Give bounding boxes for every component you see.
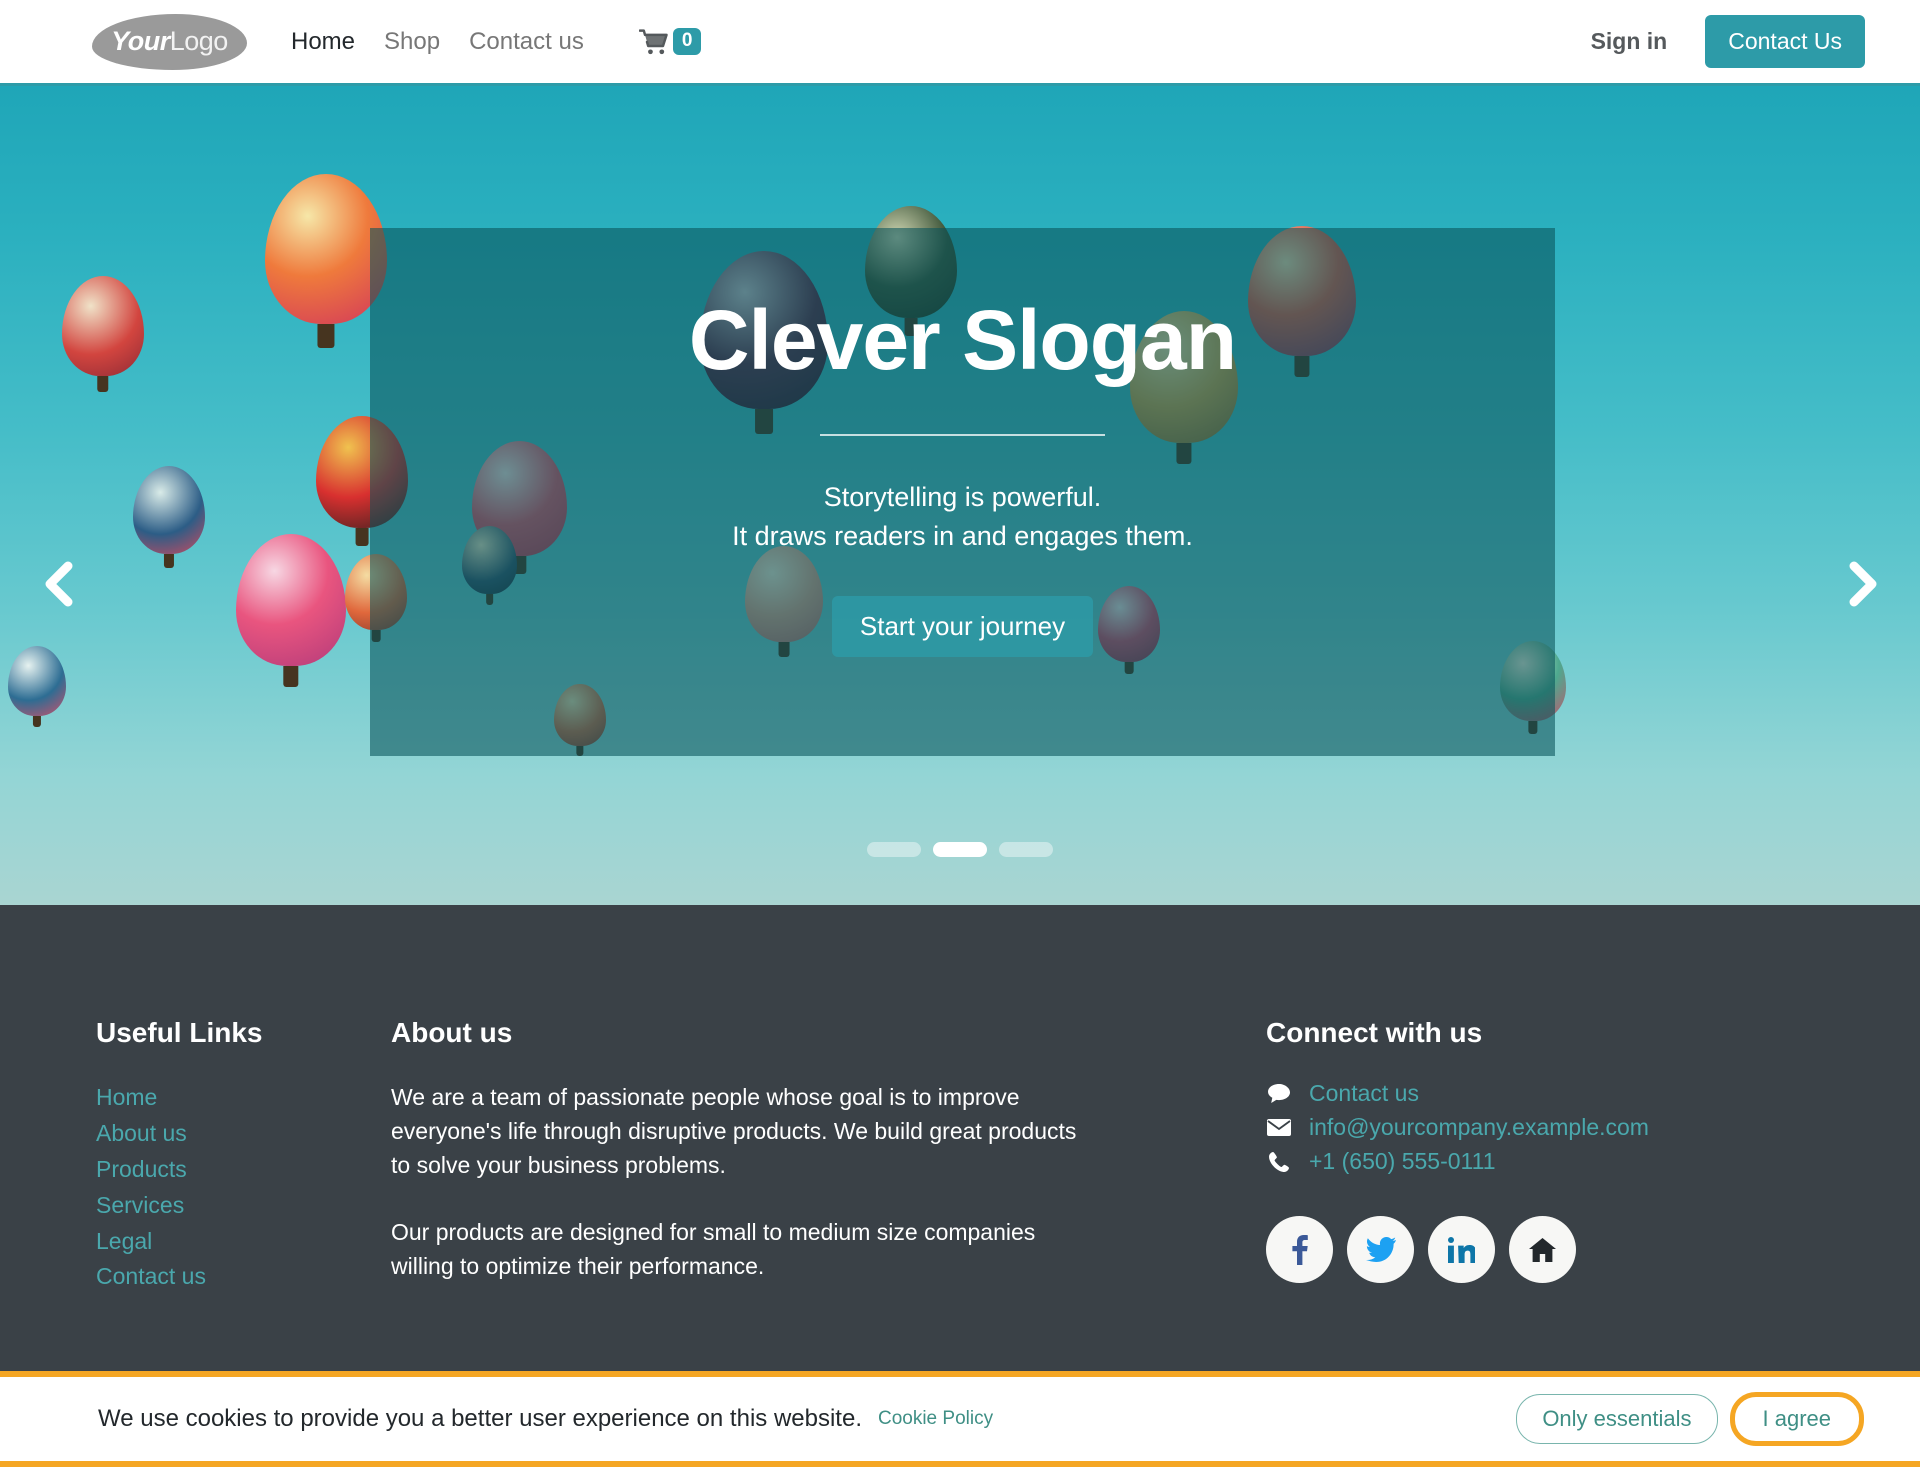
email-footer-link[interactable]: info@yourcompany.example.com: [1309, 1114, 1649, 1141]
footer-link-contact-us[interactable]: Contact us: [96, 1259, 391, 1295]
footer-useful-links-column: Useful Links Home About us Products Serv…: [96, 1017, 391, 1295]
envelope-icon: [1266, 1119, 1292, 1136]
contact-row-message[interactable]: Contact us: [1266, 1080, 1786, 1107]
twitter-social-button[interactable]: [1347, 1216, 1414, 1283]
cart-count-badge: 0: [672, 28, 702, 55]
carousel-indicator-1[interactable]: [867, 842, 921, 857]
about-us-paragraph-2: Our products are designed for small to m…: [391, 1219, 1036, 1280]
connect-with-us-heading: Connect with us: [1266, 1017, 1483, 1048]
cookie-consent-bar: We use cookies to provide you a better u…: [0, 1371, 1920, 1467]
balloon-decor: [62, 276, 144, 376]
home-icon: [1529, 1237, 1556, 1262]
main-nav: Home Shop Contact us: [291, 28, 584, 56]
carousel-indicators: [0, 842, 1920, 857]
chevron-left-icon: [45, 561, 73, 607]
logo-text: YourLogo: [111, 26, 228, 57]
balloon-decor: [8, 646, 66, 716]
cookie-policy-link[interactable]: Cookie Policy: [878, 1408, 993, 1430]
about-us-paragraph-1: We are a team of passionate people whose…: [391, 1084, 1077, 1179]
balloon-decor: [133, 466, 205, 554]
useful-links-heading: Useful Links: [96, 1017, 263, 1048]
home-social-button[interactable]: [1509, 1216, 1576, 1283]
contact-us-button[interactable]: Contact Us: [1705, 15, 1865, 68]
phone-icon: [1266, 1151, 1292, 1172]
shopping-cart-icon: [638, 28, 668, 54]
header-actions: Sign in Contact Us: [1591, 15, 1865, 68]
nav-item-shop[interactable]: Shop: [384, 28, 440, 56]
footer-link-legal[interactable]: Legal: [96, 1224, 391, 1260]
facebook-social-button[interactable]: [1266, 1216, 1333, 1283]
hero-subtitle-line-2: It draws readers in and engages them.: [732, 521, 1193, 552]
footer-link-home[interactable]: Home: [96, 1080, 391, 1116]
cookie-message: We use cookies to provide you a better u…: [98, 1405, 862, 1432]
carousel-prev-button[interactable]: [30, 556, 86, 612]
cookie-actions: Only essentials I agree: [1516, 1392, 1864, 1446]
carousel-indicator-3[interactable]: [999, 842, 1053, 857]
contact-us-footer-link[interactable]: Contact us: [1309, 1080, 1419, 1107]
facebook-icon: [1291, 1234, 1308, 1265]
speech-bubble-icon: [1266, 1083, 1292, 1104]
site-footer: Useful Links Home About us Products Serv…: [0, 905, 1920, 1371]
footer-connect-column: Connect with us Contact us info@yourcomp…: [1266, 1017, 1786, 1295]
hero-title: Clever Slogan: [688, 293, 1237, 387]
hero-content: Clever Slogan Storytelling is powerful. …: [370, 228, 1555, 756]
nav-item-contact-us[interactable]: Contact us: [469, 28, 584, 56]
hero-carousel: Clever Slogan Storytelling is powerful. …: [0, 86, 1920, 905]
balloon-decor: [265, 174, 387, 324]
linkedin-social-button[interactable]: [1428, 1216, 1495, 1283]
social-links: [1266, 1216, 1786, 1283]
linkedin-icon: [1448, 1236, 1475, 1263]
site-header: YourLogo Home Shop Contact us 0 Sign in …: [0, 0, 1920, 86]
about-us-heading: About us: [391, 1017, 513, 1048]
hero-subtitle-line-1: Storytelling is powerful.: [823, 482, 1102, 513]
carousel-next-button[interactable]: [1834, 556, 1890, 612]
footer-link-about-us[interactable]: About us: [96, 1116, 391, 1152]
site-logo[interactable]: YourLogo: [92, 13, 247, 70]
sign-in-link[interactable]: Sign in: [1591, 28, 1668, 55]
footer-link-services[interactable]: Services: [96, 1188, 391, 1224]
contact-row-phone[interactable]: +1 (650) 555-0111: [1266, 1148, 1786, 1175]
i-agree-button[interactable]: I agree: [1729, 1392, 1864, 1446]
footer-columns: Useful Links Home About us Products Serv…: [0, 905, 1920, 1295]
twitter-icon: [1365, 1237, 1396, 1262]
footer-link-products[interactable]: Products: [96, 1152, 391, 1188]
logo-light-part: Logo: [169, 26, 229, 56]
contact-row-email[interactable]: info@yourcompany.example.com: [1266, 1114, 1786, 1141]
cart-widget[interactable]: 0: [638, 28, 702, 55]
chevron-right-icon: [1849, 561, 1877, 607]
page-root: YourLogo Home Shop Contact us 0 Sign in …: [0, 0, 1920, 1467]
balloon-decor: [236, 534, 346, 666]
phone-footer-link[interactable]: +1 (650) 555-0111: [1309, 1148, 1495, 1175]
carousel-indicator-2[interactable]: [933, 842, 987, 857]
hero-divider: [820, 434, 1105, 437]
start-your-journey-button[interactable]: Start your journey: [831, 596, 1094, 658]
footer-about-column: About us We are a team of passionate peo…: [391, 1017, 1161, 1295]
logo-bold-part: Your: [111, 26, 170, 56]
hero-subtitle: Storytelling is powerful. It draws reade…: [732, 478, 1193, 556]
only-essentials-button[interactable]: Only essentials: [1516, 1394, 1718, 1444]
nav-item-home[interactable]: Home: [291, 28, 355, 56]
